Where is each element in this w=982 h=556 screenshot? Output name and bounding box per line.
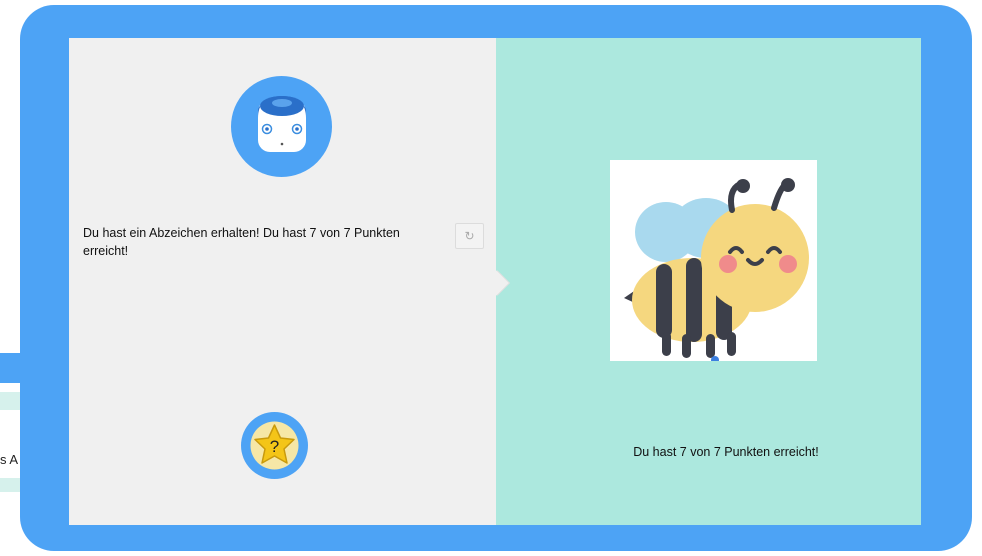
badge-question-mark: ?: [270, 437, 279, 456]
bee-image: [610, 160, 817, 361]
star-question-badge-icon: ?: [241, 412, 308, 479]
replay-button[interactable]: ↻: [455, 223, 484, 249]
robot-avatar-icon: [231, 76, 332, 177]
replay-icon: ↻: [464, 229, 475, 243]
result-text: Du hast 7 von 7 Punkten erreicht!: [633, 445, 819, 459]
chat-message: Du hast ein Abzeichen erhalten! Du hast …: [83, 226, 400, 258]
